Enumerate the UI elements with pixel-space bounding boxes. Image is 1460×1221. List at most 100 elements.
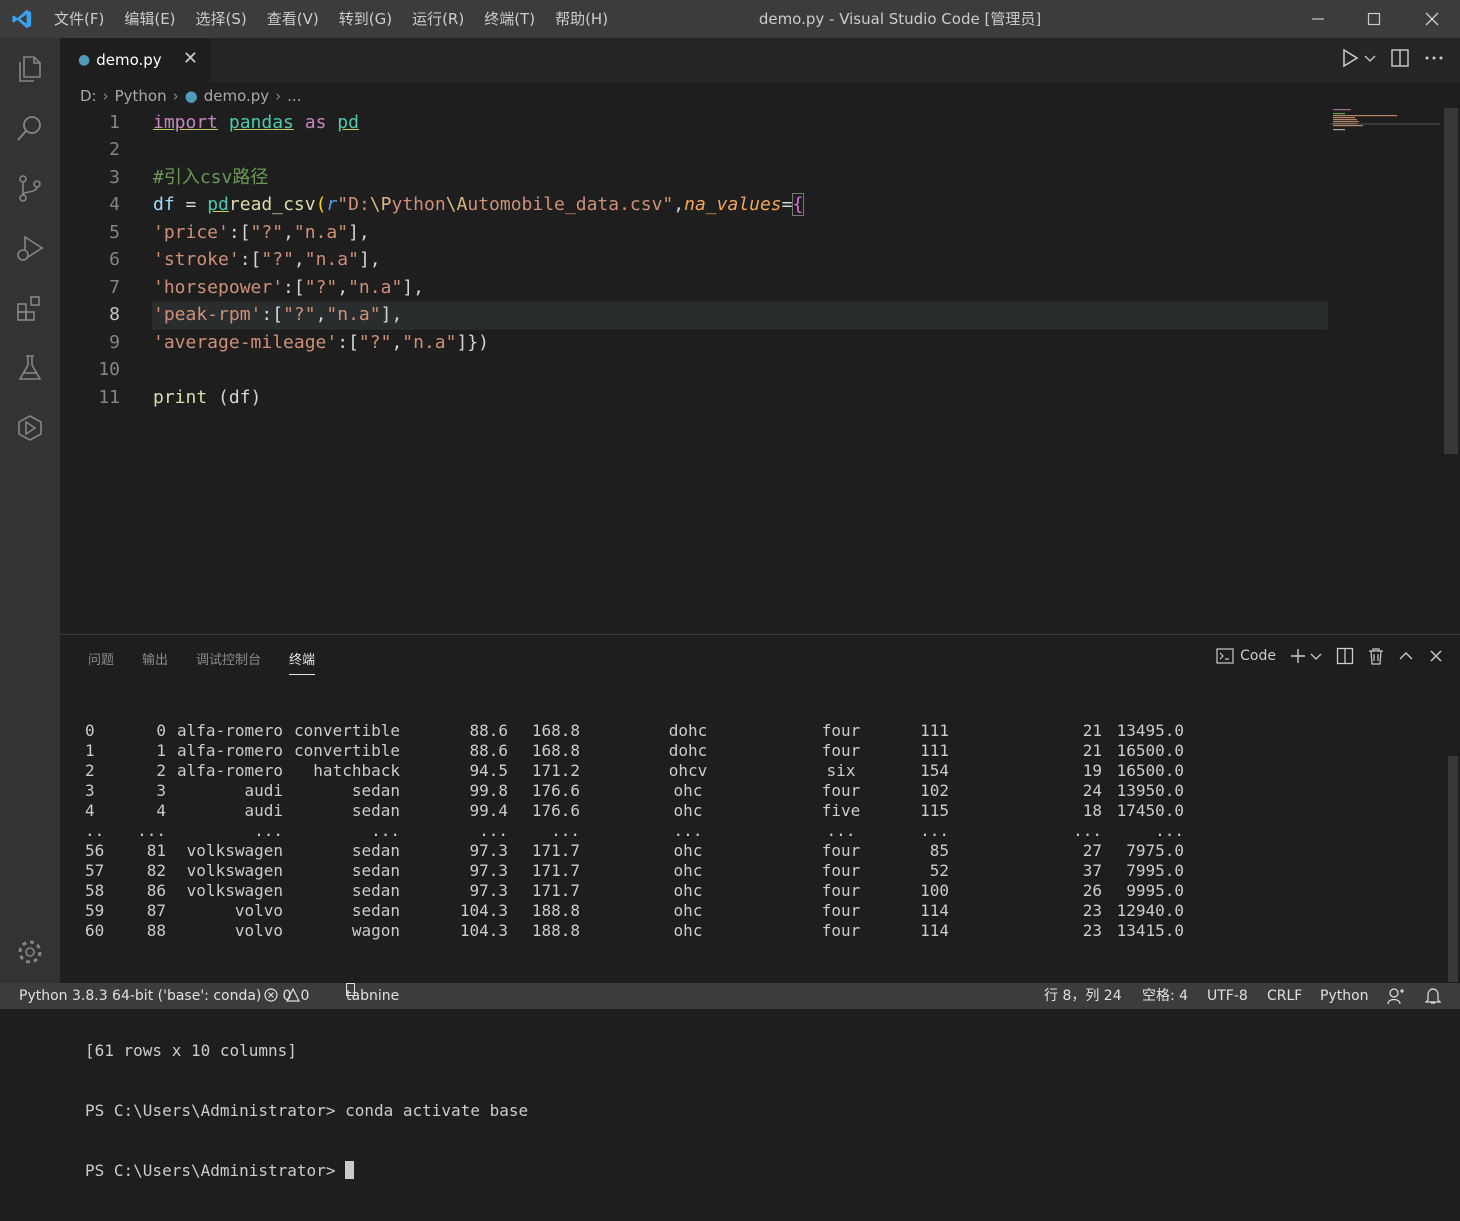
code-line[interactable]: 6 'stroke':["?","n.a"], bbox=[60, 246, 1444, 273]
file-encoding[interactable]: UTF-8 bbox=[1207, 983, 1248, 1009]
split-editor-icon[interactable] bbox=[1390, 48, 1410, 68]
chevron-right-icon: › bbox=[172, 87, 179, 105]
run-file-icon[interactable] bbox=[1340, 48, 1360, 68]
dataframe-row: ................................ bbox=[85, 821, 1205, 841]
menu-terminal[interactable]: 终端(T) bbox=[474, 0, 545, 38]
maximize-icon bbox=[1367, 12, 1381, 26]
terminal-icon bbox=[1216, 648, 1234, 664]
tab-output[interactable]: 输出 bbox=[142, 649, 168, 675]
close-window-button[interactable] bbox=[1404, 0, 1460, 38]
activity-extensions[interactable] bbox=[0, 280, 60, 336]
source-control-icon bbox=[19, 175, 41, 202]
code-line[interactable]: 10 bbox=[60, 356, 1444, 383]
dataframe-cell: ... bbox=[920, 821, 949, 840]
terminal-prompt[interactable]: PS C:\Users\Administrator> bbox=[85, 1161, 1205, 1181]
line-number: 4 bbox=[109, 194, 120, 215]
trash-icon[interactable] bbox=[1368, 647, 1384, 665]
string: "?" bbox=[250, 222, 284, 243]
minimap[interactable] bbox=[1330, 108, 1440, 138]
code-editor[interactable]: 1 import pandas as pd 2 3 #引入csv路径 4 df … bbox=[60, 108, 1444, 634]
terminal-output[interactable]: 0 0 alfa-romero convertible 88.6 168.8 dohc fou… bbox=[85, 681, 1205, 1221]
feedback-icon[interactable] bbox=[1387, 987, 1405, 1014]
string: ython bbox=[391, 194, 446, 215]
more-actions-icon[interactable] bbox=[1424, 48, 1444, 68]
split-terminal-icon[interactable] bbox=[1336, 647, 1354, 665]
string: 'peak-rpm' bbox=[153, 304, 262, 325]
activity-testing[interactable] bbox=[0, 340, 60, 396]
activity-run-debug[interactable] bbox=[0, 220, 60, 276]
chevron-down-icon[interactable] bbox=[1310, 648, 1322, 664]
title-bar: 文件(F) 编辑(E) 选择(S) 查看(V) 转到(G) 运行(R) 终端(T… bbox=[0, 0, 1460, 38]
python-interpreter[interactable]: Python 3.8.3 64-bit ('base': conda) bbox=[19, 983, 261, 1009]
menu-selection[interactable]: 选择(S) bbox=[186, 0, 257, 38]
tab-demo-py[interactable]: ● demo.py ✕ bbox=[60, 38, 210, 82]
code-line[interactable]: 7 'horsepower':["?","n.a"], bbox=[60, 274, 1444, 301]
activity-source-control[interactable] bbox=[0, 160, 60, 216]
terminal-selector[interactable]: Code bbox=[1216, 648, 1276, 664]
dataframe-cell: 9995.0 bbox=[1126, 881, 1184, 900]
code-line[interactable]: 9 'average-mileage':["?","n.a"]}) bbox=[60, 329, 1444, 356]
code-line[interactable]: 11 print (df) bbox=[60, 384, 1444, 411]
operator: = bbox=[781, 194, 793, 215]
menu-run[interactable]: 运行(R) bbox=[402, 0, 474, 38]
breadcrumb-file[interactable]: demo.py bbox=[204, 87, 269, 105]
breadcrumb-drive[interactable]: D: bbox=[80, 87, 97, 105]
dataframe-cell: ... bbox=[673, 821, 703, 840]
code-line[interactable]: 5 'price':["?","n.a"], bbox=[60, 219, 1444, 246]
vscode-logo-icon[interactable] bbox=[10, 8, 34, 30]
operator: ], bbox=[380, 304, 403, 325]
breadcrumb-symbol[interactable]: ... bbox=[287, 87, 301, 105]
tab-close-icon[interactable]: ✕ bbox=[183, 48, 198, 69]
string: "?" bbox=[283, 304, 316, 325]
maximize-panel-icon[interactable] bbox=[1398, 648, 1414, 664]
language-mode[interactable]: Python bbox=[1320, 983, 1369, 1009]
cursor-position[interactable]: 行 8，列 24 bbox=[1044, 983, 1122, 1009]
dataframe-cell: 7975.0 bbox=[1126, 841, 1184, 860]
code-line[interactable]: 3 #引入csv路径 bbox=[60, 164, 1444, 191]
notifications-bell-icon[interactable] bbox=[1424, 987, 1442, 1014]
menu-bar: 文件(F) 编辑(E) 选择(S) 查看(V) 转到(G) 运行(R) 终端(T… bbox=[44, 0, 618, 38]
activity-explorer[interactable] bbox=[0, 40, 60, 96]
tab-debug-console[interactable]: 调试控制台 bbox=[196, 649, 261, 675]
bottom-panel: 问题 输出 调试控制台 终端 Code 0 0 alfa-romero convert… bbox=[60, 634, 1460, 1180]
dataframe-cell: 168.8 bbox=[531, 721, 580, 740]
argument: (df) bbox=[207, 387, 262, 408]
menu-edit[interactable]: 编辑(E) bbox=[114, 0, 185, 38]
function-name: read_csv bbox=[228, 194, 316, 215]
operator: , bbox=[293, 249, 305, 270]
line-number: 9 bbox=[109, 332, 120, 353]
dataframe-cell: 85 bbox=[929, 841, 949, 860]
brace: { bbox=[791, 193, 805, 216]
testing-icon bbox=[18, 355, 42, 380]
breadcrumb-folder[interactable]: Python bbox=[115, 87, 167, 105]
code-line-current[interactable]: 8 'peak-rpm':["?","n.a"], bbox=[60, 301, 1444, 328]
add-terminal-icon[interactable] bbox=[1290, 648, 1306, 664]
menu-file[interactable]: 文件(F) bbox=[44, 0, 114, 38]
close-panel-icon[interactable] bbox=[1428, 648, 1444, 664]
dataframe-cell: 176.6 bbox=[531, 781, 580, 800]
dataframe-cell: 52 bbox=[929, 861, 949, 880]
activity-search[interactable] bbox=[0, 100, 60, 156]
terminal-scrollbar[interactable] bbox=[1448, 756, 1458, 982]
end-of-line[interactable]: CRLF bbox=[1267, 983, 1302, 1009]
code-line[interactable]: 4 df = pdread_csv(r"D:\Python\Automobile… bbox=[60, 191, 1444, 218]
minimize-button[interactable] bbox=[1290, 0, 1346, 38]
menu-go[interactable]: 转到(G) bbox=[329, 0, 402, 38]
chevron-down-icon[interactable] bbox=[1364, 48, 1376, 68]
prompt-text: PS C:\Users\Administrator> bbox=[85, 1161, 346, 1180]
problems-indicator[interactable]: 0 0 bbox=[264, 983, 309, 1009]
code-line[interactable]: 1 import pandas as pd bbox=[60, 109, 1444, 136]
tab-terminal[interactable]: 终端 bbox=[289, 649, 316, 675]
line-number: 1 bbox=[109, 112, 120, 133]
code-line[interactable]: 2 bbox=[60, 136, 1444, 163]
tab-problems[interactable]: 问题 bbox=[88, 649, 114, 675]
remote-icon bbox=[18, 415, 42, 441]
menu-view[interactable]: 查看(V) bbox=[257, 0, 329, 38]
operator: ], bbox=[348, 222, 370, 243]
indentation[interactable]: 空格: 4 bbox=[1142, 983, 1188, 1009]
menu-help[interactable]: 帮助(H) bbox=[545, 0, 618, 38]
dataframe-cell: ohc bbox=[673, 841, 703, 860]
maximize-button[interactable] bbox=[1346, 0, 1402, 38]
activity-remote[interactable] bbox=[0, 400, 60, 456]
editor-scrollbar[interactable] bbox=[1444, 108, 1458, 454]
